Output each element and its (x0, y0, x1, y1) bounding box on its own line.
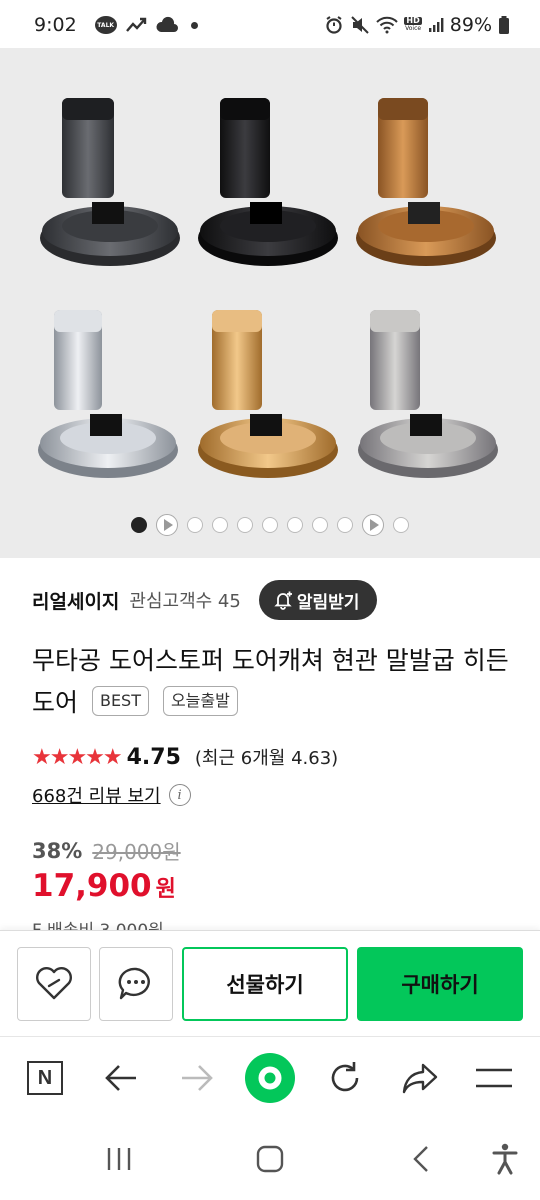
notification-dot-icon (190, 21, 198, 29)
gallery-dot-4[interactable] (212, 517, 228, 533)
recent-rating: (최근 6개월 4.63) (194, 748, 339, 769)
system-navigation-bar (0, 1118, 540, 1200)
price-row: 38% 29,000원 (32, 836, 181, 865)
bronze-stopper (356, 98, 496, 266)
back-button[interactable] (94, 1051, 148, 1105)
status-bar: 9:02 TALK HD Voice 89% (0, 0, 540, 50)
forward-button[interactable] (170, 1051, 224, 1105)
gift-button[interactable]: 선물하기 (182, 947, 348, 1021)
chart-icon (125, 16, 147, 34)
arrow-left-icon (104, 1063, 138, 1093)
accessibility-button[interactable] (482, 1136, 528, 1182)
alarm-subscribe-label: 알림받기 (296, 592, 360, 613)
recent-apps-icon (105, 1146, 133, 1172)
product-image-gallery[interactable] (0, 48, 540, 558)
satin-nickel-stopper (358, 310, 498, 478)
naver-n-icon: N (27, 1061, 63, 1095)
status-time: 9:02 (34, 14, 77, 36)
heart-link-icon (34, 966, 74, 1002)
gallery-dot-6[interactable] (262, 517, 278, 533)
green-dot-button[interactable] (243, 1051, 297, 1105)
gallery-dot-11[interactable] (393, 517, 409, 533)
chevron-left-icon (411, 1145, 431, 1173)
product-title: 무타공 도어스토퍼 도어캐쳐 현관 말발굽 히든도어 BEST 오늘출발 (32, 640, 510, 724)
black-stopper (198, 98, 338, 266)
store-fans-count: 관심고객수 45 (129, 591, 241, 612)
talk-inquiry-button[interactable] (99, 947, 173, 1021)
original-price: 29,000원 (92, 840, 181, 864)
chat-bubble-icon (117, 966, 155, 1002)
final-price: 17,900 원 (32, 868, 176, 904)
cloud-sync-icon (155, 16, 179, 34)
purchase-action-bar: 선물하기 구매하기 (0, 930, 540, 1036)
final-price-value: 17,900 (32, 868, 152, 904)
gallery-pagination (0, 514, 540, 536)
info-icon[interactable]: i (168, 784, 191, 806)
browser-toolbar: N (0, 1036, 540, 1118)
wifi-icon (376, 16, 399, 34)
gallery-dot-7[interactable] (287, 517, 303, 533)
battery-icon (498, 15, 510, 35)
gallery-dot-9[interactable] (337, 517, 353, 533)
menu-button[interactable] (467, 1051, 521, 1105)
hd-voice-icon: HD Voice (404, 16, 422, 32)
bell-plus-icon (273, 590, 293, 610)
refresh-icon (327, 1060, 363, 1096)
refresh-button[interactable] (318, 1051, 372, 1105)
alarm-clock-icon (324, 15, 344, 35)
accessibility-icon (491, 1143, 519, 1175)
rating-stars-icon: ★★★★★ (32, 744, 123, 770)
share-arrow-icon (401, 1061, 439, 1095)
share-button[interactable] (393, 1051, 447, 1105)
product-image (38, 98, 498, 478)
gold-stopper (198, 310, 338, 478)
today-shipping-tag: 오늘출발 (162, 686, 238, 716)
best-tag: BEST (91, 686, 149, 716)
gallery-dot-3[interactable] (187, 517, 203, 533)
naver-home-button[interactable]: N (18, 1051, 72, 1105)
signal-icon (428, 17, 444, 33)
store-row: 리얼세이지 관심고객수 45 알림받기 (32, 580, 516, 620)
store-name[interactable]: 리얼세이지 (32, 587, 119, 614)
green-dot-icon (244, 1052, 296, 1104)
gallery-video-dot-icon[interactable] (362, 514, 384, 536)
battery-percent: 89% (449, 14, 492, 36)
mute-icon (350, 15, 370, 35)
buy-button[interactable]: 구매하기 (357, 947, 523, 1021)
alarm-subscribe-button[interactable]: 알림받기 (258, 580, 378, 620)
review-link[interactable]: 668건 리뷰 보기 (32, 782, 161, 808)
gallery-dot-5[interactable] (237, 517, 253, 533)
gunmetal-stopper (40, 98, 180, 266)
kakaotalk-icon: TALK (94, 16, 117, 34)
home-square-icon (256, 1145, 284, 1173)
rating-row: ★★★★★ 4.75 (최근 6개월 4.63) (32, 744, 338, 770)
review-row: 668건 리뷰 보기 i (32, 782, 191, 808)
gallery-dot-8[interactable] (312, 517, 328, 533)
discount-rate: 38% (32, 838, 83, 863)
wishlist-button[interactable] (17, 947, 91, 1021)
back-nav-button[interactable] (398, 1136, 444, 1182)
chrome-stopper (38, 310, 178, 478)
home-button[interactable] (247, 1136, 293, 1182)
hamburger-menu-icon (475, 1066, 513, 1090)
arrow-right-icon (180, 1063, 214, 1093)
gallery-dot-1[interactable] (131, 517, 147, 533)
recent-apps-button[interactable] (96, 1136, 142, 1182)
gallery-video-dot-icon[interactable] (156, 514, 178, 536)
final-price-unit: 원 (155, 877, 176, 902)
rating-value: 4.75 (126, 744, 181, 770)
